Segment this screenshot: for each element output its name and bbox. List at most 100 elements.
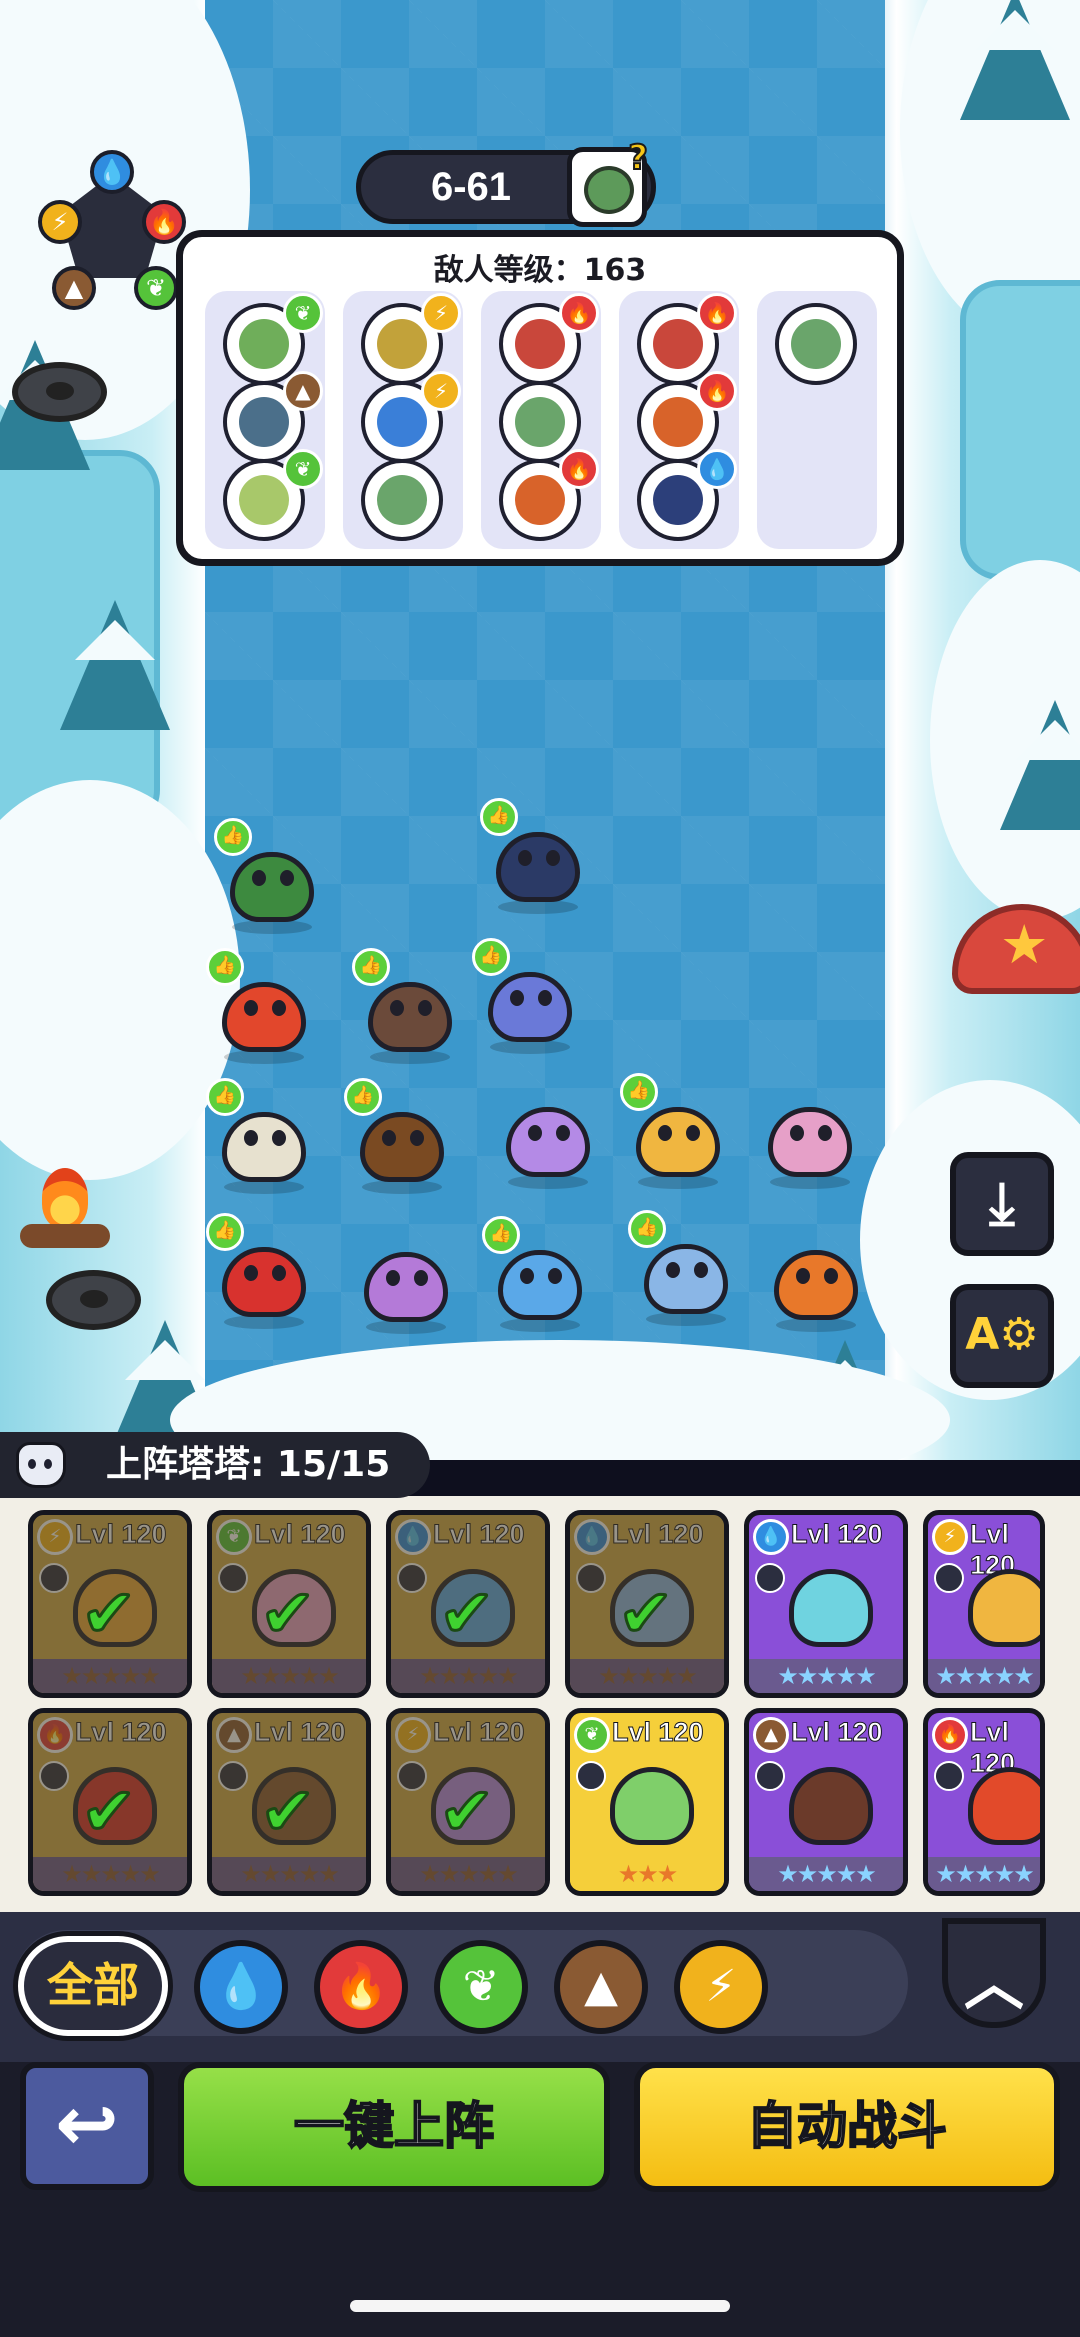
tower-card[interactable]: 💧 Lvl 120 ★★★★★ ✔ [565,1510,729,1698]
tower-card[interactable]: ▲ Lvl 120 ★★★★★ ✔ [207,1708,371,1896]
card-level: Lvl 120 [791,1519,884,1550]
tower-unit[interactable]: 👍 [214,818,322,934]
tower-card[interactable]: 🔥 Lvl 120 ★★★★★ ✔ [28,1708,192,1896]
stage-number: 6-61 [430,165,512,209]
tower-unit[interactable] [766,1228,866,1332]
enemy-wave-panel: 敌人等级：163 ❦ ▲ ❦ ⚡ ⚡ 🔥 🔥 🔥 🔥 💧 [176,230,904,566]
tower-card[interactable]: ▲ Lvl 120 ★★★★★ [744,1708,908,1896]
checkmark-icon: ✔ [616,1575,674,1652]
tower-card[interactable]: ❦ Lvl 120 ★★★ [565,1708,729,1896]
back-arrow-icon: ↩ [55,2079,119,2168]
tower-unit[interactable]: 👍 [206,948,314,1064]
unit-sprite [488,972,572,1042]
checkmark-icon: ✔ [258,1773,316,1850]
tower-unit[interactable]: 👍 [352,948,460,1064]
tower-card[interactable]: ⚡ Lvl 120 ★★★★★ ✔ [386,1708,550,1896]
unit-shadow [770,1175,850,1189]
enemy-sprite [653,397,703,447]
unit-eye [382,1130,396,1146]
tire-obstacle [46,1270,141,1330]
checkmark-icon: ✔ [437,1575,495,1652]
water-drop-icon: 💧 [574,1519,610,1555]
tower-unit[interactable]: 👍 [620,1073,728,1189]
pine-tree [960,0,1070,120]
tower-card[interactable]: 🔥 Lvl 120 ★★★★★ [923,1708,1045,1896]
unit-eye [244,1130,258,1146]
tower-unit[interactable]: 👍 [472,938,580,1054]
water-drop-icon: 💧 [395,1519,431,1555]
role-icon [218,1563,248,1593]
unit-eye [410,1130,424,1146]
tower-card[interactable]: 💧 Lvl 120 ★★★★★ ✔ [386,1510,550,1698]
tower-unit[interactable]: 👍 [344,1078,452,1194]
star-rating: ★★★★★ [212,1659,366,1693]
unit-eye [390,1000,404,1016]
unit-eye [252,870,266,886]
flame-icon: 🔥 [142,200,186,244]
element-cycle-chart[interactable]: 💧 🔥 ❦ ▲ ⚡ [38,150,186,310]
one-click-deploy-button[interactable]: 一键上阵 [178,2062,610,2192]
tower-portrait [968,1767,1040,1845]
card-level: Lvl 120 [791,1717,884,1748]
filter-water-button[interactable]: 💧 [194,1940,288,2034]
unit-shadow [366,1320,446,1334]
tower-unit[interactable]: 👍 [206,1213,314,1329]
card-level: Lvl 120 [612,1717,705,1748]
tower-card[interactable]: 💧 Lvl 120 ★★★★★ [744,1510,908,1698]
filter-lightning-button[interactable]: ⚡ [674,1940,768,2034]
auto-arrange-button[interactable]: A⚙ [950,1284,1054,1388]
card-art [749,1555,903,1665]
thumbs-up-icon: 👍 [480,798,518,836]
campfire [20,1168,110,1248]
unit-shadow [500,1318,580,1332]
enemy-column [757,291,877,549]
unit-shadow [646,1312,726,1326]
star-rating: ★★★★★ [391,1659,545,1693]
unit-sprite [222,1247,306,1317]
enemy-portrait[interactable] [775,303,857,385]
enemy-preview-button[interactable]: ? [567,137,649,227]
flame-icon: 🔥 [37,1717,73,1753]
filter-all-button[interactable]: 全部 [18,1936,168,2036]
checkmark-icon: ✔ [79,1773,137,1850]
unit-sprite [644,1244,728,1314]
card-level: Lvl 120 [433,1717,526,1748]
card-art [570,1753,724,1863]
back-button[interactable]: ↩ [20,2062,154,2190]
tower-unit[interactable]: 👍 [482,1216,590,1332]
unit-eye [824,1268,838,1284]
star-rating: ★★★★★ [928,1857,1040,1891]
lightning-icon: ⚡ [37,1519,73,1555]
thumbs-up-icon: 👍 [482,1216,520,1254]
collapse-roster-button[interactable]: ︿ [942,1918,1046,2028]
tower-unit[interactable] [356,1230,456,1334]
card-level: Lvl 120 [254,1717,347,1748]
tower-portrait [789,1569,873,1647]
unit-shadow [232,920,312,934]
tower-unit[interactable]: 👍 [206,1078,314,1194]
tower-card[interactable]: ⚡ Lvl 120 ★★★★★ [923,1510,1045,1698]
flame-icon: 🔥 [697,293,737,333]
tower-unit[interactable]: 👍 [480,798,588,914]
unit-eye [386,1270,400,1286]
zombie-icon [584,166,634,214]
unit-shadow [370,1050,450,1064]
tower-card[interactable]: ❦ Lvl 120 ★★★★★ ✔ [207,1510,371,1698]
tower-unit[interactable] [760,1085,860,1189]
enemy-sprite [239,397,289,447]
enemy-sprite [515,319,565,369]
home-indicator[interactable] [350,2300,730,2312]
tower-unit[interactable]: 👍 [628,1210,736,1326]
save-formation-button[interactable]: ⤓ [950,1152,1054,1256]
thumbs-up-icon: 👍 [206,1213,244,1251]
flame-icon: 🔥 [932,1717,968,1753]
auto-battle-button[interactable]: 自动战斗 [634,2062,1060,2192]
star-rating: ★★★★★ [570,1659,724,1693]
enemy-portrait[interactable] [361,459,443,541]
tower-unit[interactable] [498,1085,598,1189]
filter-earth-button[interactable]: ▲ [554,1940,648,2034]
unit-eye [418,1000,432,1016]
tower-card[interactable]: ⚡ Lvl 120 ★★★★★ ✔ [28,1510,192,1698]
filter-grass-button[interactable]: ❦ [434,1940,528,2034]
filter-fire-button[interactable]: 🔥 [314,1940,408,2034]
